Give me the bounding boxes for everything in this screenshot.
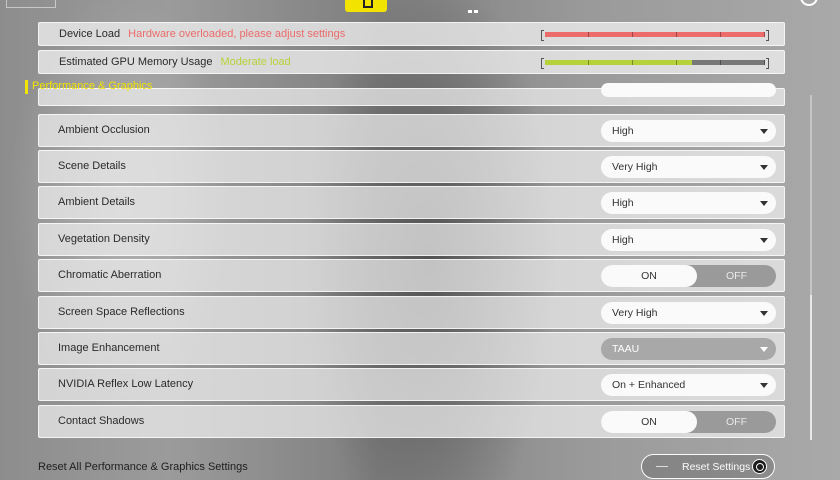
setting-row-ambient-occlusion[interactable]: Ambient Occlusion High xyxy=(38,114,785,147)
setting-row-screen-space-reflections[interactable]: Screen Space Reflections Very High xyxy=(38,296,785,329)
scrollbar-thumb[interactable] xyxy=(810,295,812,440)
scene-details-dropdown[interactable]: Very High xyxy=(601,156,776,178)
scrollbar[interactable] xyxy=(810,95,812,440)
setting-row-vegetation-density[interactable]: Vegetation Density High xyxy=(38,223,785,256)
section-title: Performance & Graphics xyxy=(25,80,152,94)
dropdown-value: On + Enhanced xyxy=(612,379,686,391)
divider-icon xyxy=(656,466,668,467)
toggle-on-option[interactable]: ON xyxy=(601,265,697,287)
toggle-on-option[interactable]: ON xyxy=(601,411,697,433)
reset-settings-button-label: Reset Settings xyxy=(682,461,751,473)
device-load-label: Device Load xyxy=(59,28,121,40)
dropdown-value: High xyxy=(612,234,634,246)
chevron-down-icon xyxy=(760,165,768,170)
device-load-row: Device Load Hardware overloaded, please … xyxy=(38,22,785,46)
chevron-down-icon xyxy=(760,129,768,134)
grid-icon[interactable] xyxy=(468,0,480,13)
device-load-bar xyxy=(541,30,769,41)
partial-setting-dropdown[interactable] xyxy=(601,83,776,97)
toggle-off-option[interactable]: OFF xyxy=(697,411,776,433)
setting-label: Ambient Details xyxy=(58,196,136,208)
setting-row-ambient-details[interactable]: Ambient Details High xyxy=(38,186,785,219)
reset-all-label: Reset All Performance & Graphics Setting… xyxy=(38,461,248,473)
nvidia-reflex-low-latency-dropdown[interactable]: On + Enhanced xyxy=(601,374,776,396)
dropdown-value: High xyxy=(612,125,634,137)
key-hint-icon xyxy=(752,459,767,474)
top-bar xyxy=(0,0,840,14)
setting-row-contact-shadows[interactable]: Contact Shadows ON OFF xyxy=(38,405,785,438)
gpu-memory-status: Moderate load xyxy=(220,56,291,68)
chevron-down-icon xyxy=(760,311,768,316)
device-load-status: Hardware overloaded, please adjust setti… xyxy=(128,28,346,40)
setting-label: Vegetation Density xyxy=(58,233,150,245)
ambient-occlusion-dropdown[interactable]: High xyxy=(601,120,776,142)
chevron-down-icon xyxy=(760,238,768,243)
dropdown-value: Very High xyxy=(612,161,658,173)
setting-label: Scene Details xyxy=(58,160,126,172)
gpu-memory-bar xyxy=(541,58,769,69)
dropdown-value: Very High xyxy=(612,307,658,319)
reset-settings-button[interactable]: Reset Settings xyxy=(641,454,775,479)
gpu-memory-label: Estimated GPU Memory Usage xyxy=(59,56,213,68)
active-tab-icon[interactable] xyxy=(345,0,387,12)
setting-row-chromatic-aberration[interactable]: Chromatic Aberration ON OFF xyxy=(38,259,785,292)
setting-label: Chromatic Aberration xyxy=(58,269,162,281)
logo-icon xyxy=(6,0,56,8)
dropdown-value: High xyxy=(612,197,634,209)
setting-label: Image Enhancement xyxy=(58,342,160,354)
user-icon[interactable] xyxy=(800,0,818,6)
toggle-off-option[interactable]: OFF xyxy=(697,265,776,287)
dropdown-value: TAAU xyxy=(612,343,640,355)
chevron-down-icon xyxy=(760,347,768,352)
image-enhancement-dropdown[interactable]: TAAU xyxy=(601,338,776,360)
chromatic-aberration-toggle[interactable]: ON OFF xyxy=(601,265,776,287)
setting-label: Screen Space Reflections xyxy=(58,306,185,318)
setting-label: NVIDIA Reflex Low Latency xyxy=(58,378,194,390)
setting-row-nvidia-reflex-low-latency[interactable]: NVIDIA Reflex Low Latency On + Enhanced xyxy=(38,368,785,401)
setting-row-image-enhancement[interactable]: Image Enhancement TAAU xyxy=(38,332,785,365)
screen-space-reflections-dropdown[interactable]: Very High xyxy=(601,302,776,324)
gpu-memory-row: Estimated GPU Memory Usage Moderate load xyxy=(38,50,785,74)
vegetation-density-dropdown[interactable]: High xyxy=(601,229,776,251)
contact-shadows-toggle[interactable]: ON OFF xyxy=(601,411,776,433)
chevron-down-icon xyxy=(760,383,768,388)
setting-row-scene-details[interactable]: Scene Details Very High xyxy=(38,150,785,183)
setting-label: Contact Shadows xyxy=(58,415,145,427)
setting-label: Ambient Occlusion xyxy=(58,124,150,136)
ambient-details-dropdown[interactable]: High xyxy=(601,192,776,214)
chevron-down-icon xyxy=(760,201,768,206)
